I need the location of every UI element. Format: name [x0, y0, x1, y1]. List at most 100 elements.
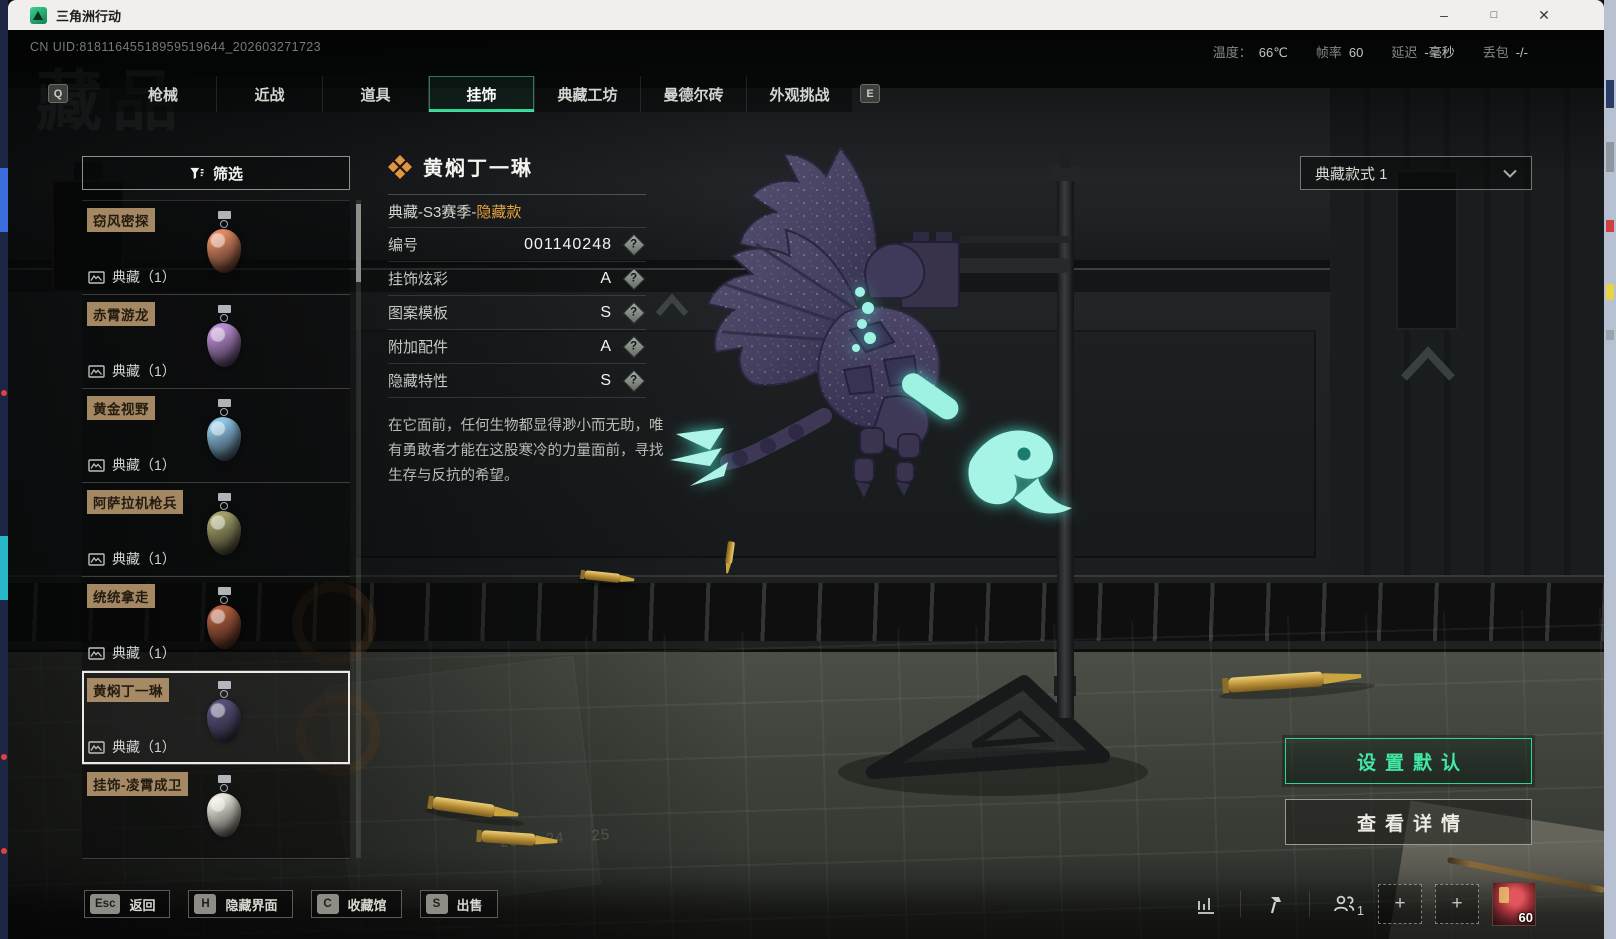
rarity-badge: 典藏（1）: [88, 267, 176, 287]
charm-item-list: 窃风密探 典藏（1） 赤霄游龙 典藏（1） 黄金视野 典藏（1） 阿萨拉机枪兵 …: [82, 200, 350, 860]
hotkey-hide-ui[interactable]: H 隐藏界面: [188, 890, 293, 918]
hotkey-collection-hall[interactable]: C 收藏馆: [310, 890, 402, 918]
team-button[interactable]: 1: [1323, 884, 1365, 924]
stats-chart-button[interactable]: [1185, 884, 1227, 924]
hotkey-hints: Esc 返回 H 隐藏界面 C 收藏馆 S 出售: [84, 890, 498, 918]
series-hidden-tag: 隐藏款: [476, 203, 522, 221]
hotkey-sell[interactable]: S 出售: [419, 890, 498, 918]
filter-button[interactable]: 筛选: [82, 156, 350, 190]
help-icon[interactable]: ?: [622, 301, 646, 324]
filter-label: 筛选: [212, 165, 243, 183]
player-level-badge: 60: [1518, 910, 1533, 925]
stat-label: 丢包: [1482, 45, 1509, 60]
rarity-badge: 典藏（1）: [88, 361, 176, 381]
item-list-scrollbar[interactable]: [356, 200, 361, 858]
tab-mandel-brick[interactable]: 曼德尔砖: [640, 76, 746, 112]
attr-value: 001140248: [524, 235, 612, 253]
list-item[interactable]: 阿萨拉机枪兵 典藏（1）: [82, 483, 350, 577]
attr-value: A: [600, 269, 612, 287]
collection-card-icon: [88, 646, 105, 660]
item-name-chip: 窃风密探: [87, 208, 155, 232]
stat-label: 延迟: [1391, 45, 1418, 60]
rarity-badge-text: 典藏（1）: [112, 457, 176, 473]
collection-card-icon: [88, 552, 105, 566]
charm-thumbnail: [194, 211, 254, 277]
tab-weapons[interactable]: 枪械: [110, 76, 216, 112]
party-count: 1: [1357, 904, 1364, 918]
stat-value: 66℃: [1258, 45, 1288, 60]
help-icon[interactable]: ?: [622, 335, 646, 358]
auction-button[interactable]: [1254, 884, 1296, 924]
attr-value: S: [600, 303, 612, 321]
help-icon[interactable]: ?: [622, 369, 646, 392]
game-viewport: 23 24 25: [8, 30, 1604, 939]
view-details-button[interactable]: 查看详情: [1285, 799, 1532, 845]
invite-slot-button[interactable]: +: [1378, 884, 1422, 924]
rarity-badge: 典藏（1）: [88, 549, 176, 569]
tab-charms[interactable]: 挂饰: [428, 76, 534, 112]
rarity-badge-text: 典藏（1）: [112, 269, 176, 285]
charm-thumbnail: [194, 493, 254, 559]
attr-label: 挂饰炫彩: [388, 271, 449, 288]
filter-funnel-icon: [190, 167, 204, 179]
chevron-down-icon: [1503, 169, 1517, 178]
set-default-button[interactable]: 设置默认: [1285, 738, 1532, 784]
item-name-chip: 挂饰-凌霄成卫: [87, 772, 188, 796]
bullet-props: [424, 541, 1375, 846]
tab-melee[interactable]: 近战: [216, 76, 322, 112]
tab-next-keycap: E: [860, 84, 880, 103]
item-name-chip: 赤霄游龙: [87, 302, 155, 326]
attr-label: 图案模板: [388, 305, 449, 322]
attr-row-pattern: 图案模板 S ?: [388, 296, 646, 330]
close-button[interactable]: ✕: [1519, 0, 1569, 30]
hammer-icon: [1270, 897, 1281, 914]
charm-detail-panel: 黄焖丁一琳 典藏-S3赛季- 隐藏款 编号 001140248 ? 挂饰炫彩 A …: [388, 152, 664, 489]
tab-appearance-challenge[interactable]: 外观挑战: [746, 76, 852, 112]
background-app-strip-right: [1604, 0, 1616, 939]
charm-rarity-icon: [388, 154, 412, 179]
item-name-chip: 阿萨拉机枪兵: [87, 490, 183, 514]
hotkey-label: 收藏馆: [347, 897, 387, 913]
help-icon[interactable]: ?: [622, 267, 646, 290]
tab-items[interactable]: 道具: [322, 76, 428, 112]
tab-prev-keycap: Q: [48, 84, 68, 103]
dragon-charm[interactable]: [670, 146, 1072, 514]
scrollbar-thumb[interactable]: [356, 204, 361, 282]
app-logo-icon: [30, 6, 47, 24]
tab-collection-workshop[interactable]: 典藏工坊: [534, 76, 640, 112]
list-item[interactable]: 挂饰-凌霄成卫: [82, 765, 350, 859]
hotkey-label: 返回: [129, 897, 156, 913]
collection-card-icon: [88, 740, 105, 754]
charm-description: 在它面前，任何生物都显得渺小而无助，唯有勇敢者才能在这股寒冷的力量面前，寻找生存…: [388, 418, 664, 484]
rarity-badge-text: 典藏（1）: [112, 739, 176, 755]
stat-label: 帧率: [1315, 45, 1342, 60]
stat-value: 60: [1348, 45, 1364, 60]
list-item[interactable]: 黄金视野 典藏（1）: [82, 389, 350, 483]
rarity-badge-text: 典藏（1）: [112, 645, 176, 661]
style-dropdown[interactable]: 典藏款式 1: [1300, 156, 1532, 190]
charm-thumbnail: [194, 681, 254, 747]
window-titlebar: 三角洲行动 – □ ✕: [8, 0, 1604, 30]
social-toolbar: 1 + + 60: [1185, 882, 1536, 926]
keycap: H: [194, 894, 217, 914]
attr-row-serial: 编号 001140248 ?: [388, 228, 646, 262]
list-item[interactable]: 窃风密探 典藏（1）: [82, 201, 350, 295]
hotkey-back[interactable]: Esc 返回: [84, 890, 171, 918]
attr-label: 编号: [388, 237, 419, 254]
list-item-selected[interactable]: 黄焖丁一琳 典藏（1）: [82, 671, 350, 765]
attr-row-colorway: 挂饰炫彩 A ?: [388, 262, 646, 296]
charm-series: 典藏-S3赛季- 隐藏款: [388, 195, 646, 228]
list-item[interactable]: 赤霄游龙 典藏（1）: [82, 295, 350, 389]
list-item[interactable]: 统统拿走 典藏（1）: [82, 577, 350, 671]
help-icon[interactable]: ?: [622, 233, 646, 256]
collection-card-icon: [88, 364, 105, 378]
maximize-button[interactable]: □: [1469, 0, 1519, 30]
rarity-badge: 典藏（1）: [88, 737, 176, 757]
collection-card-icon: [88, 270, 105, 284]
player-avatar[interactable]: 60: [1492, 882, 1536, 926]
category-tabbar: 枪械 近战 道具 挂饰 典藏工坊 曼德尔砖 外观挑战: [110, 76, 852, 112]
minimize-button[interactable]: –: [1419, 0, 1469, 30]
charm-thumbnail: [194, 775, 254, 841]
invite-slot-button[interactable]: +: [1435, 884, 1479, 924]
window-title: 三角洲行动: [56, 8, 122, 24]
